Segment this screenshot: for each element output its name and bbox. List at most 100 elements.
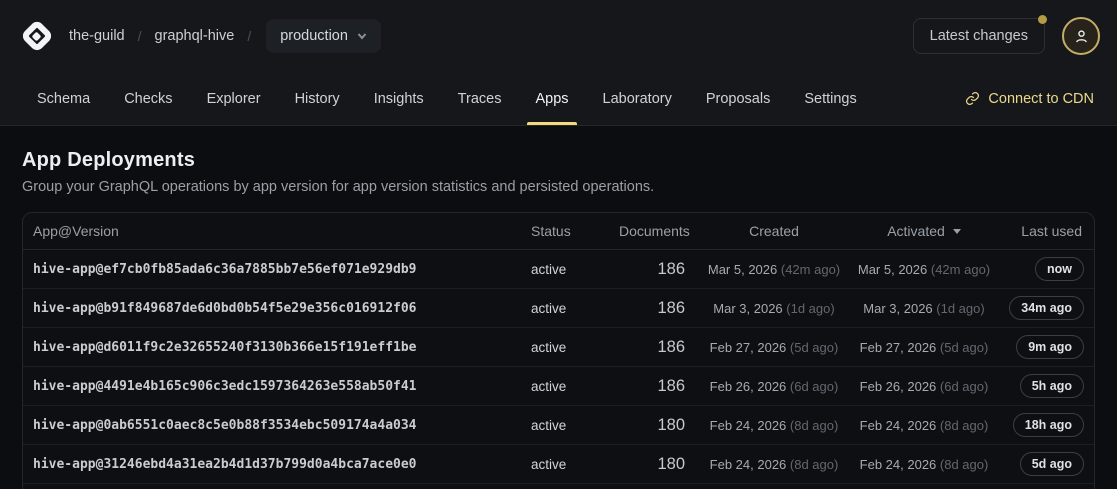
created-ago: (1d ago) — [786, 301, 834, 316]
last-used-badge: 9m ago — [1016, 335, 1084, 359]
connect-to-cdn-label: Connect to CDN — [988, 91, 1094, 107]
latest-changes-label: Latest changes — [930, 28, 1028, 44]
target-selector-label: production — [280, 28, 348, 44]
app-version-cell: hive-app@ef7cb0fb85ada6c36a7885bb7e56ef0… — [33, 262, 531, 277]
page-subtitle: Group your GraphQL operations by app ver… — [22, 179, 1095, 195]
tab-label: Settings — [804, 91, 856, 107]
status-cell: active — [531, 262, 619, 277]
created-cell: Feb 24, 2026 (8d ago) — [699, 457, 849, 472]
last-used-badge: 5d ago — [1020, 452, 1084, 476]
created-date: Feb 27, 2026 — [710, 340, 787, 355]
hive-logo[interactable] — [18, 18, 55, 55]
tab-settings[interactable]: Settings — [787, 72, 873, 125]
breadcrumb-project[interactable]: graphql-hive — [155, 28, 235, 44]
last-used-cell: 9m ago — [999, 335, 1084, 359]
created-date: Mar 3, 2026 — [713, 301, 782, 316]
activated-cell: Mar 3, 2026 (1d ago) — [849, 301, 999, 316]
tab-label: Checks — [124, 91, 172, 107]
created-cell: Feb 24, 2026 (8d ago) — [699, 418, 849, 433]
column-header-status: Status — [531, 223, 619, 239]
tab-insights[interactable]: Insights — [357, 72, 441, 125]
breadcrumb-separator: / — [247, 28, 251, 44]
table-row[interactable]: hive-app@b91f849687de6d0bd0b54f5e29e356c… — [23, 289, 1094, 328]
last-used-badge: now — [1035, 257, 1084, 281]
activated-ago: (5d ago) — [940, 340, 988, 355]
tab-label: Traces — [458, 91, 502, 107]
activated-cell: Feb 24, 2026 (8d ago) — [849, 457, 999, 472]
app-version-cell: hive-app@d6011f9c2e32655240f3130b366e15f… — [33, 340, 531, 355]
app-version-cell: hive-app@0ab6551c0aec8c5e0b88f3534ebc509… — [33, 418, 531, 433]
activated-date: Feb 24, 2026 — [860, 418, 937, 433]
tab-label: Laboratory — [603, 91, 672, 107]
last-used-cell: 34m ago — [999, 296, 1084, 320]
created-date: Feb 24, 2026 — [710, 418, 787, 433]
breadcrumb: the-guild / graphql-hive / production — [18, 18, 381, 55]
breadcrumb-org[interactable]: the-guild — [69, 28, 125, 44]
last-used-cell: 18h ago — [999, 413, 1084, 437]
activated-ago: (8d ago) — [940, 457, 988, 472]
documents-cell: 180 — [619, 455, 699, 474]
app-version-cell: hive-app@31246ebd4a31ea2b4d1d37b799d0a4b… — [33, 457, 531, 472]
activated-cell: Mar 5, 2026 (42m ago) — [849, 262, 999, 277]
documents-cell: 180 — [619, 416, 699, 435]
top-chrome: the-guild / graphql-hive / production La… — [0, 0, 1117, 126]
tab-checks[interactable]: Checks — [107, 72, 189, 125]
activated-ago: (8d ago) — [940, 418, 988, 433]
link-icon — [965, 91, 980, 106]
tab-label: Explorer — [207, 91, 261, 107]
sort-desc-icon — [953, 229, 961, 234]
status-cell: active — [531, 457, 619, 472]
last-used-badge: 5h ago — [1020, 374, 1084, 398]
table-row[interactable]: hive-app@0ab6551c0aec8c5e0b88f3534ebc509… — [23, 406, 1094, 445]
column-header-activated[interactable]: Activated — [849, 223, 999, 239]
status-cell: active — [531, 340, 619, 355]
column-header-activated-label: Activated — [887, 223, 945, 239]
tab-label: Schema — [37, 91, 90, 107]
documents-cell: 186 — [619, 299, 699, 318]
column-header-app-version: App@Version — [33, 223, 531, 239]
tab-proposals[interactable]: Proposals — [689, 72, 787, 125]
top-bar: the-guild / graphql-hive / production La… — [0, 0, 1117, 72]
topbar-actions: Latest changes — [913, 17, 1100, 55]
status-cell: active — [531, 379, 619, 394]
notification-dot — [1038, 15, 1047, 24]
tab-explorer[interactable]: Explorer — [190, 72, 278, 125]
latest-changes-button[interactable]: Latest changes — [913, 18, 1045, 54]
activated-cell: Feb 24, 2026 (8d ago) — [849, 418, 999, 433]
table-row[interactable]: hive-app@31246ebd4a31ea2b4d1d37b799d0a4b… — [23, 445, 1094, 484]
created-cell: Feb 27, 2026 (5d ago) — [699, 340, 849, 355]
activated-ago: (1d ago) — [936, 301, 984, 316]
last-used-cell: now — [999, 257, 1084, 281]
tab-schema[interactable]: Schema — [20, 72, 107, 125]
connect-to-cdn-button[interactable]: Connect to CDN — [962, 72, 1097, 125]
page-title: App Deployments — [22, 149, 1095, 172]
tab-history[interactable]: History — [278, 72, 357, 125]
user-icon — [1073, 28, 1090, 45]
tab-traces[interactable]: Traces — [441, 72, 519, 125]
table-row[interactable]: hive-app@ef7cb0fb85ada6c36a7885bb7e56ef0… — [23, 250, 1094, 289]
created-date: Feb 26, 2026 — [710, 379, 787, 394]
user-avatar[interactable] — [1062, 17, 1100, 55]
created-date: Mar 5, 2026 — [708, 262, 777, 277]
activated-ago: (6d ago) — [940, 379, 988, 394]
last-used-cell: 5d ago — [999, 452, 1084, 476]
documents-cell: 186 — [619, 377, 699, 396]
created-ago: (8d ago) — [790, 418, 838, 433]
column-header-documents: Documents — [619, 223, 699, 239]
app-version-cell: hive-app@b91f849687de6d0bd0b54f5e29e356c… — [33, 301, 531, 316]
tab-label: Apps — [535, 91, 568, 107]
chevron-down-icon — [357, 31, 367, 41]
activated-date: Mar 3, 2026 — [863, 301, 932, 316]
last-used-badge: 18h ago — [1013, 413, 1084, 437]
table-row[interactable]: hive-app@d6011f9c2e32655240f3130b366e15f… — [23, 328, 1094, 367]
table-row[interactable]: hive-app@4491e4b165c906c3edc1597364263e5… — [23, 367, 1094, 406]
main-content: App Deployments Group your GraphQL opera… — [0, 126, 1117, 489]
created-cell: Mar 3, 2026 (1d ago) — [699, 301, 849, 316]
created-ago: (6d ago) — [790, 379, 838, 394]
documents-cell: 186 — [619, 338, 699, 357]
target-selector[interactable]: production — [266, 19, 381, 53]
activated-date: Feb 24, 2026 — [860, 457, 937, 472]
tab-laboratory[interactable]: Laboratory — [586, 72, 689, 125]
app-deployments-table: App@Version Status Documents Created Act… — [22, 212, 1095, 489]
tab-apps[interactable]: Apps — [518, 72, 585, 125]
